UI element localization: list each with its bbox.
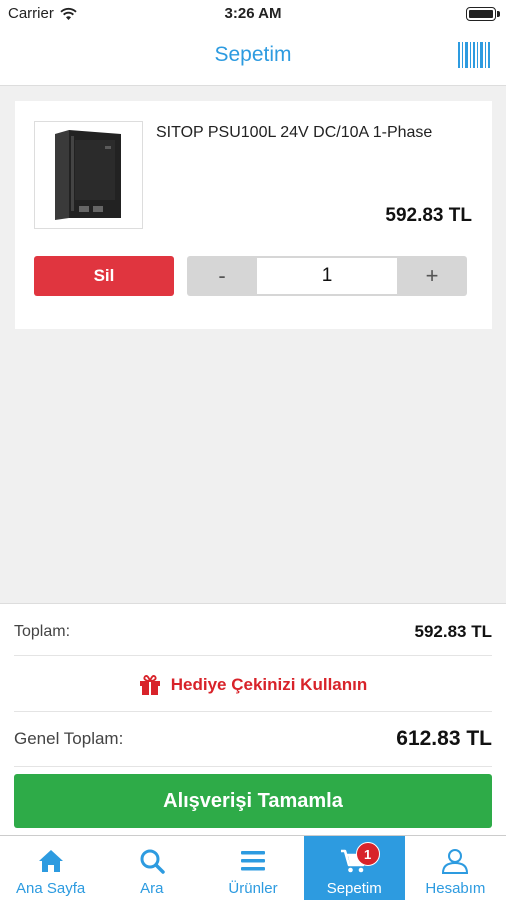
tab-bar: Ana Sayfa Ara Ürünler Sepetim 1 Hesabım (0, 835, 506, 900)
total-label: Toplam: (14, 623, 71, 640)
tab-cart[interactable]: Sepetim 1 (303, 836, 405, 900)
status-time: 3:26 AM (224, 5, 282, 22)
divider (14, 766, 492, 767)
divider (14, 655, 492, 656)
gift-icon (139, 675, 160, 695)
user-icon (442, 849, 469, 874)
menu-icon (241, 851, 265, 871)
decrement-button[interactable]: - (187, 256, 257, 296)
search-icon (140, 849, 165, 874)
cart-item-card: SITOP PSU100L 24V DC/10A 1-Phase 592.83 … (15, 101, 492, 329)
page-title: Sepetim (214, 43, 292, 66)
cart-count-badge: 1 (355, 842, 380, 866)
grand-total-label: Genel Toplam: (14, 729, 124, 748)
nav-bar: Sepetim (0, 28, 506, 86)
quantity-value[interactable]: 1 (257, 258, 397, 294)
grand-total-value: 612.83 TL (396, 727, 492, 750)
total-value: 592.83 TL (414, 622, 493, 641)
delete-button[interactable]: Sil (34, 256, 174, 296)
product-name[interactable]: SITOP PSU100L 24V DC/10A 1-Phase (156, 121, 466, 145)
checkout-button[interactable]: Alışverişi Tamamla (14, 774, 492, 828)
home-icon (38, 850, 63, 872)
tab-home[interactable]: Ana Sayfa (0, 836, 101, 900)
divider (14, 711, 492, 712)
battery-icon (466, 7, 500, 21)
tab-label: Ana Sayfa (15, 880, 86, 897)
status-bar: Carrier 3:26 AM (0, 0, 506, 28)
tab-label: Ara (140, 880, 164, 897)
grand-total-row: Genel Toplam: 612.83 TL (14, 726, 492, 752)
tab-label: Ürünler (228, 880, 278, 897)
increment-button[interactable]: + (397, 256, 467, 296)
gift-voucher-link[interactable]: Hediye Çekinizi Kullanın (0, 670, 506, 700)
barcode-icon[interactable] (458, 42, 490, 68)
quantity-stepper: - 1 + (187, 256, 467, 296)
tab-products[interactable]: Ürünler (202, 836, 303, 900)
tab-account[interactable]: Hesabım (405, 836, 506, 900)
product-image[interactable] (34, 121, 143, 229)
order-summary: Toplam: 592.83 TL Hediye Çekinizi Kullan… (0, 603, 506, 835)
product-price: 592.83 TL (385, 205, 472, 226)
gift-voucher-label: Hediye Çekinizi Kullanın (170, 675, 368, 694)
tab-label: Sepetim (326, 880, 382, 897)
total-row: Toplam: 592.83 TL (14, 621, 492, 643)
tab-label: Hesabım (425, 880, 486, 897)
power-supply-image (55, 130, 121, 220)
tab-search[interactable]: Ara (101, 836, 202, 900)
